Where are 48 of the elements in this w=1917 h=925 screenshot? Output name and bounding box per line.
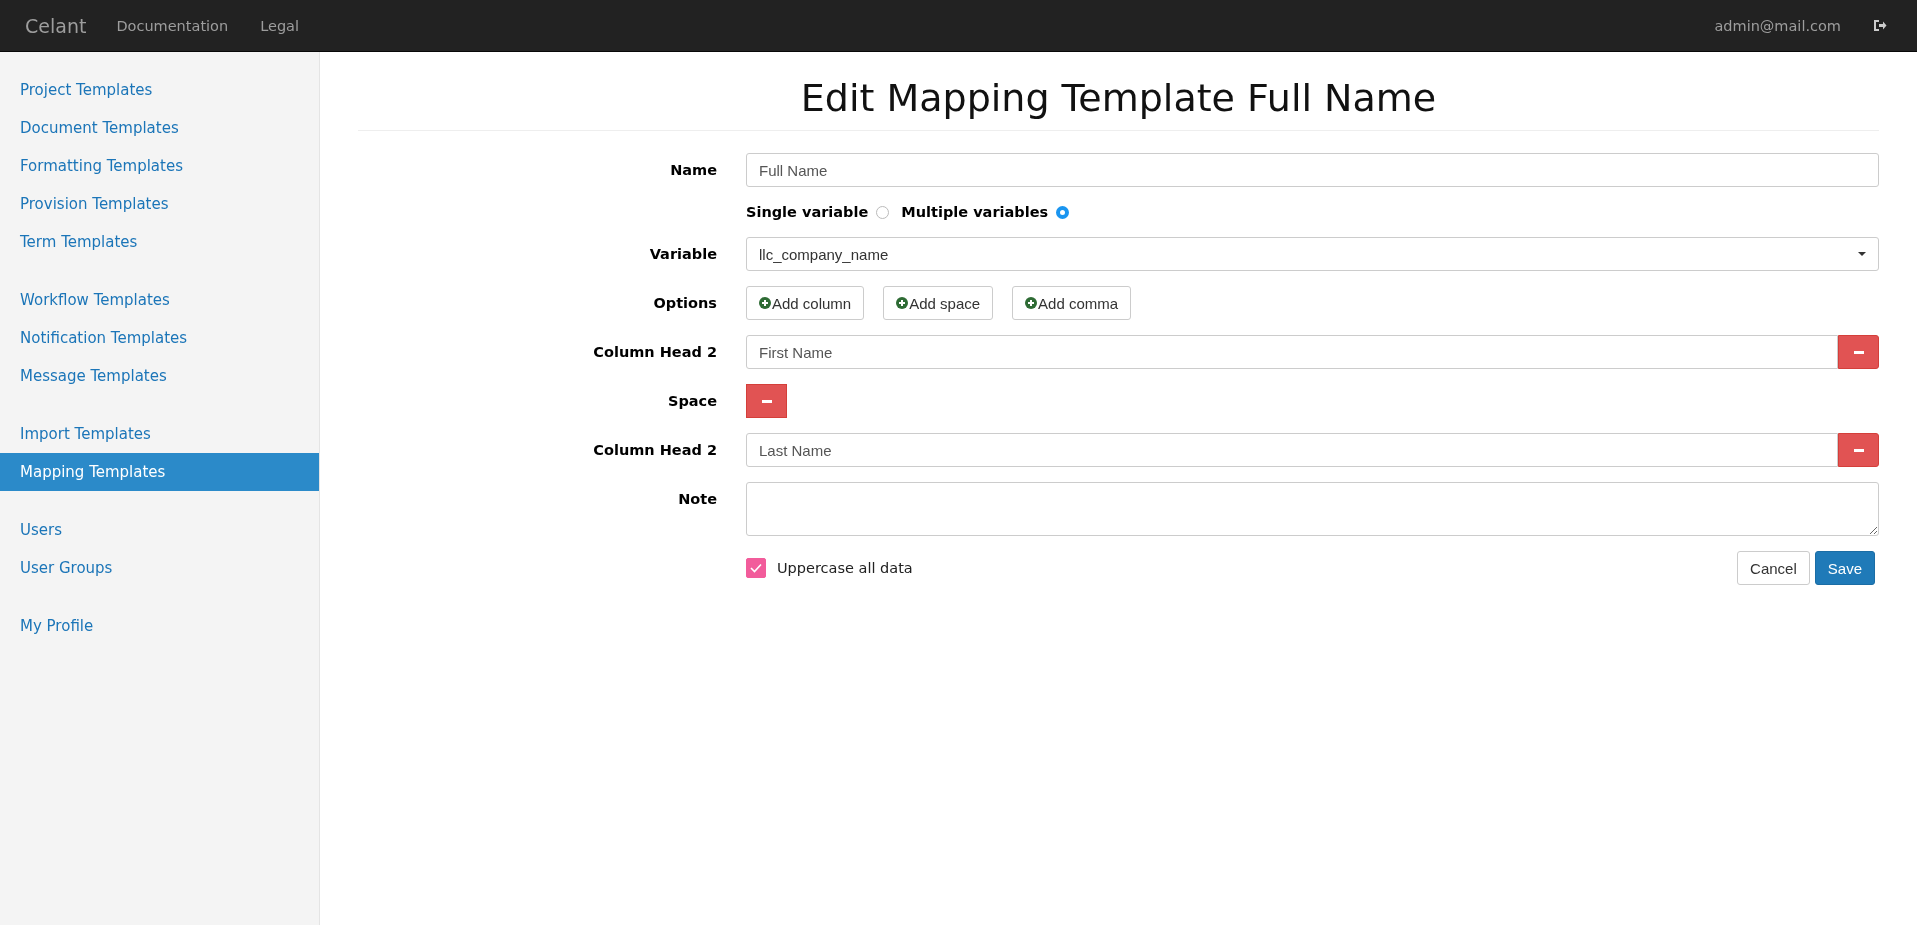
checkbox-label: Uppercase all data — [777, 560, 913, 576]
sidebar-item[interactable]: Document Templates — [0, 109, 319, 147]
variable-dropdown[interactable]: llc_company_name — [746, 237, 1879, 271]
sidebar-item[interactable]: Notification Templates — [0, 319, 319, 357]
sidebar-item[interactable]: Import Templates — [0, 415, 319, 453]
sidebar-item[interactable]: Project Templates — [0, 71, 319, 109]
radio-label: Multiple variables — [901, 204, 1049, 220]
column-head-field[interactable]: First Name — [746, 335, 1838, 369]
add-button[interactable]: Add comma — [1012, 286, 1132, 320]
remove-button[interactable] — [1838, 433, 1879, 467]
radio-label: Single variable — [746, 204, 869, 220]
field-label: Column Head 2 — [593, 344, 717, 360]
sidebar-item[interactable]: My Profile — [0, 607, 319, 645]
nav-link[interactable]: Documentation — [116, 17, 229, 34]
save-button[interactable]: Save — [1814, 551, 1875, 585]
remove-button[interactable] — [746, 384, 787, 418]
logout-icon[interactable] — [1873, 19, 1887, 32]
plus-circle-icon — [896, 297, 909, 309]
sidebar-item[interactable]: Provision Templates — [0, 185, 319, 223]
note-field[interactable] — [746, 482, 1879, 536]
add-button[interactable]: Add column — [746, 286, 865, 320]
field-label: Name — [670, 162, 717, 178]
brand-link[interactable]: Celant — [25, 14, 87, 37]
cancel-button[interactable]: Cancel — [1737, 551, 1810, 585]
checkmark-icon — [750, 563, 762, 573]
sidebar-item[interactable]: Mapping Templates — [0, 453, 319, 491]
page-title: Edit Mapping Template Full Name — [358, 76, 1879, 131]
field-label: Options — [653, 295, 717, 311]
plus-circle-icon — [759, 297, 771, 309]
user-email-link[interactable]: admin@mail.com — [1714, 17, 1841, 34]
name-field[interactable]: Full Name — [746, 153, 1879, 187]
sidebar-item[interactable]: Term Templates — [0, 223, 319, 261]
sidebar-item[interactable]: Formatting Templates — [0, 147, 319, 185]
radio-button[interactable] — [1056, 205, 1070, 219]
sidebar-item[interactable]: Users — [0, 511, 319, 549]
sidebar-item[interactable]: Workflow Templates — [0, 281, 319, 319]
sidebar-item[interactable]: User Groups — [0, 549, 319, 587]
remove-button[interactable] — [1838, 335, 1879, 369]
column-head-field[interactable]: Last Name — [746, 433, 1838, 467]
field-label: Variable — [649, 246, 717, 262]
uppercase-checkbox[interactable] — [746, 558, 766, 578]
add-button[interactable]: Add space — [883, 286, 994, 320]
sidebar-item[interactable]: Message Templates — [0, 357, 319, 395]
field-label: Space — [667, 393, 717, 409]
nav-link[interactable]: Legal — [260, 17, 300, 34]
field-label: Column Head 2 — [593, 442, 717, 458]
field-label: Note — [678, 491, 717, 507]
plus-circle-icon — [1025, 297, 1038, 309]
